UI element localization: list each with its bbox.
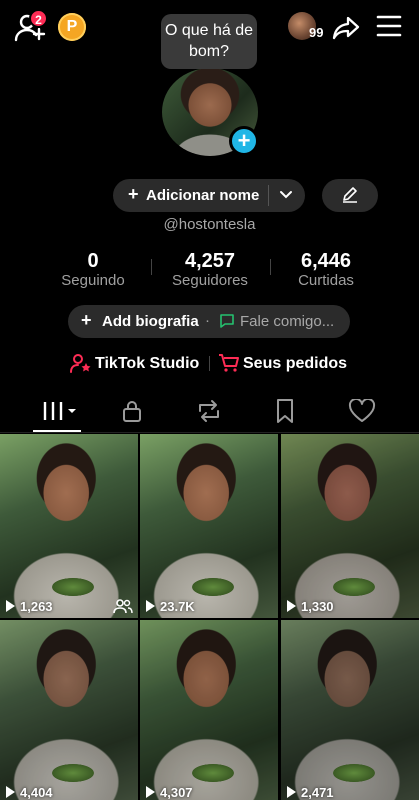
view-count: 23.7K [160, 599, 195, 614]
play-icon [146, 786, 155, 798]
view-count: 2,471 [301, 785, 334, 800]
plus-icon: + [128, 184, 139, 204]
divider [268, 185, 269, 206]
video-thumbnail[interactable]: 1,330 [281, 434, 419, 618]
notifications-badge: 2 [29, 9, 48, 28]
share-icon[interactable] [331, 12, 361, 42]
edit-icon [343, 187, 357, 203]
plus-icon: + [81, 310, 92, 330]
menu-icon[interactable] [376, 14, 402, 38]
following-count[interactable]: 0 [43, 250, 143, 273]
play-icon [146, 600, 155, 612]
followers-count[interactable]: 4,257 [160, 250, 260, 273]
tab-bookmark-icon[interactable] [274, 398, 296, 424]
video-thumbnail[interactable]: 1,263 [0, 434, 138, 618]
add-photo-button[interactable]: + [229, 126, 259, 156]
video-thumbnail[interactable]: 4,404 [0, 620, 138, 800]
chevron-down-icon[interactable] [279, 186, 293, 204]
divider [270, 259, 271, 275]
video-thumbnail[interactable]: 23.7K [140, 434, 278, 618]
divider [209, 356, 210, 371]
following-label: Seguindo [61, 272, 125, 289]
add-name-label: Adicionar nome [146, 187, 260, 204]
tab-repost-icon[interactable] [196, 399, 222, 423]
play-icon [6, 786, 15, 798]
username: @hostontesla [163, 216, 256, 233]
friends-count: 99 [309, 25, 324, 40]
separator-dot: · [205, 312, 210, 329]
tab-videos-grid-icon[interactable] [42, 400, 78, 422]
video-thumbnail[interactable]: 4,307 [140, 620, 278, 800]
video-thumbnail[interactable]: 2,471 [281, 620, 419, 800]
view-count: 1,263 [20, 599, 53, 614]
divider [151, 259, 152, 275]
play-icon [287, 786, 296, 798]
tab-liked-heart-icon[interactable] [348, 399, 376, 423]
add-bio-label: Add biografia [102, 313, 199, 330]
view-count: 4,404 [20, 785, 53, 800]
cart-icon [219, 354, 239, 372]
followers-label: Seguidores [172, 272, 248, 289]
collab-icon [113, 599, 133, 614]
tab-private-lock-icon[interactable] [120, 399, 144, 423]
tiktok-studio-link[interactable]: TikTok Studio [95, 355, 199, 373]
orders-link[interactable]: Seus pedidos [243, 355, 347, 373]
studio-icon [70, 354, 91, 373]
tab-divider [0, 432, 419, 433]
status-tooltip[interactable]: O que há de bom? [161, 14, 257, 69]
play-icon [287, 600, 296, 612]
likes-count[interactable]: 6,446 [276, 250, 376, 273]
chat-icon [220, 314, 234, 328]
chat-label[interactable]: Fale comigo... [240, 313, 334, 330]
coins-icon[interactable]: P [58, 13, 86, 41]
view-count: 4,307 [160, 785, 193, 800]
play-icon [6, 600, 15, 612]
view-count: 1,330 [301, 599, 334, 614]
likes-label: Curtidas [298, 272, 354, 289]
